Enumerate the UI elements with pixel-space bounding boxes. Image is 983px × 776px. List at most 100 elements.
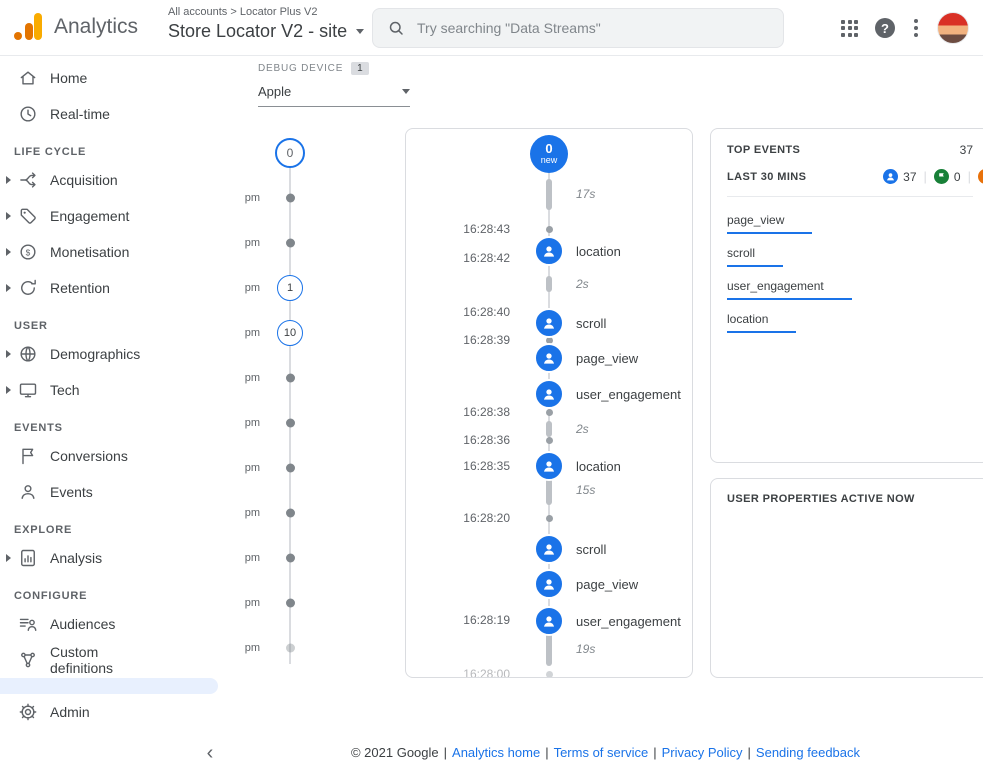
sidebar-item-engagement[interactable]: Engagement <box>0 198 228 234</box>
retention-icon <box>18 278 38 298</box>
event-user-icon[interactable] <box>534 379 564 409</box>
event-user-icon[interactable] <box>534 534 564 564</box>
sidebar-item-label: Audiences <box>50 616 115 632</box>
footer-link[interactable]: Analytics home <box>452 745 540 760</box>
event-name[interactable]: scroll <box>576 542 606 557</box>
expand-arrow-icon[interactable] <box>6 350 18 358</box>
minute-row: pm <box>232 445 324 490</box>
minute-label: pm <box>232 372 260 384</box>
sidebar-item-audiences[interactable]: Audiences <box>0 606 228 642</box>
debug-device-selected: Apple <box>258 84 291 99</box>
minute-dot[interactable] <box>286 643 295 652</box>
gap-duration: 17s <box>576 187 595 201</box>
search-input[interactable]: Try searching "Data Streams" <box>372 8 784 48</box>
sidebar-item-analysis[interactable]: Analysis <box>0 540 228 576</box>
apps-grid-icon[interactable] <box>841 20 858 37</box>
conversions-count: 0 <box>954 170 961 184</box>
tech-icon <box>18 380 38 400</box>
gap-duration: 19s <box>576 642 595 656</box>
top-event-row[interactable]: location <box>727 310 973 333</box>
sidebar-item-events[interactable]: Events <box>0 474 228 510</box>
expand-arrow-icon[interactable] <box>6 554 18 562</box>
sidebar-item-label: Acquisition <box>50 172 118 188</box>
stats-separator: | <box>968 169 971 184</box>
event-name[interactable]: location <box>576 244 621 259</box>
user-avatar[interactable] <box>937 12 969 44</box>
sidebar-item-monetisation[interactable]: $Monetisation <box>0 234 228 270</box>
sidebar-item-label: Custom definitions <box>50 644 154 676</box>
custom-definitions-icon <box>18 650 38 670</box>
timeline-tick <box>546 515 553 522</box>
event-name[interactable]: user_engagement <box>576 614 681 629</box>
search-placeholder: Try searching "Data Streams" <box>417 20 601 36</box>
minute-count-selected[interactable]: 0 <box>275 138 305 168</box>
minute-row: pm <box>232 580 324 625</box>
event-name[interactable]: user_engagement <box>576 387 681 402</box>
footer-link[interactable]: Privacy Policy <box>662 745 743 760</box>
minute-dot[interactable] <box>286 598 295 607</box>
minute-dot[interactable] <box>286 238 295 247</box>
minute-count[interactable]: 10 <box>277 320 303 346</box>
event-name[interactable]: location <box>576 459 621 474</box>
minutes-timeline: 0pmpmpm1pm10pmpmpmpmpmpmpm <box>232 130 324 670</box>
sidebar-selected-highlight[interactable] <box>0 678 218 694</box>
minute-dot[interactable] <box>286 418 295 427</box>
collapse-sidebar-button[interactable]: ‹ <box>198 742 222 766</box>
footer-link[interactable]: Sending feedback <box>756 745 860 760</box>
minute-row: pm <box>232 220 324 265</box>
last-30-mins-label: LAST 30 MINS <box>727 171 806 183</box>
more-options-icon[interactable] <box>912 17 920 39</box>
minute-dot[interactable] <box>286 373 295 382</box>
minute-dot[interactable] <box>286 508 295 517</box>
event-user-icon[interactable] <box>534 606 564 636</box>
event-user-icon[interactable] <box>534 343 564 373</box>
top-event-row[interactable]: user_engagement <box>727 277 973 300</box>
footer-copyright: © 2021 Google <box>351 745 439 760</box>
sidebar-item-tech[interactable]: Tech <box>0 372 228 408</box>
event-name[interactable]: scroll <box>576 316 606 331</box>
minute-count[interactable]: 1 <box>277 275 303 301</box>
top-event-row[interactable]: page_view <box>727 211 973 234</box>
expand-arrow-icon[interactable] <box>6 212 18 220</box>
event-user-icon[interactable] <box>534 308 564 338</box>
top-event-row[interactable]: scroll <box>727 244 973 267</box>
acquisition-icon <box>18 170 38 190</box>
event-user-icon[interactable] <box>534 236 564 266</box>
seconds-stream-card: 0 new 17s16:28:43location16:28:422s16:28… <box>405 128 693 678</box>
minute-dot[interactable] <box>286 193 295 202</box>
sidebar-section: EVENTS <box>0 408 228 438</box>
minute-dot[interactable] <box>286 463 295 472</box>
sidebar-section: USER <box>0 306 228 336</box>
sidebar-item-demographics[interactable]: Demographics <box>0 336 228 372</box>
sidebar-item-admin[interactable]: Admin <box>0 694 228 730</box>
sidebar-item-conversions[interactable]: Conversions <box>0 438 228 474</box>
breadcrumb[interactable]: All accounts > Locator Plus V2 <box>168 6 364 18</box>
stats-separator: | <box>924 169 927 184</box>
footer-link[interactable]: Terms of service <box>554 745 649 760</box>
expand-arrow-icon[interactable] <box>6 386 18 394</box>
sidebar-item-real-time[interactable]: Real-time <box>0 96 228 132</box>
sidebar-item-acquisition[interactable]: Acquisition <box>0 162 228 198</box>
event-name[interactable]: page_view <box>576 351 638 366</box>
debug-device-select[interactable]: Apple <box>258 84 410 107</box>
property-selector[interactable]: Store Locator V2 - site <box>168 21 364 42</box>
debug-device-count-badge: 1 <box>351 62 369 75</box>
sidebar: HomeReal-timeLIFE CYCLEAcquisitionEngage… <box>0 56 228 776</box>
event-name[interactable]: page_view <box>576 577 638 592</box>
sidebar-item-retention[interactable]: Retention <box>0 270 228 306</box>
expand-arrow-icon[interactable] <box>6 176 18 184</box>
expand-arrow-icon[interactable] <box>6 248 18 256</box>
footer-separator: | <box>545 745 548 760</box>
new-events-circle[interactable]: 0 new <box>530 135 568 173</box>
analytics-logo[interactable]: Analytics <box>14 13 138 40</box>
event-user-icon[interactable] <box>534 451 564 481</box>
app-name: Analytics <box>54 15 138 39</box>
expand-arrow-icon[interactable] <box>6 284 18 292</box>
sidebar-item-home[interactable]: Home <box>0 60 228 96</box>
minute-dot[interactable] <box>286 553 295 562</box>
gap-duration: 2s <box>576 422 589 436</box>
debug-device-control: DEBUG DEVICE 1 Apple <box>258 62 410 107</box>
help-icon[interactable]: ? <box>875 18 895 38</box>
event-user-icon[interactable] <box>534 569 564 599</box>
sidebar-item-custom-definitions[interactable]: Custom definitions <box>0 642 228 678</box>
